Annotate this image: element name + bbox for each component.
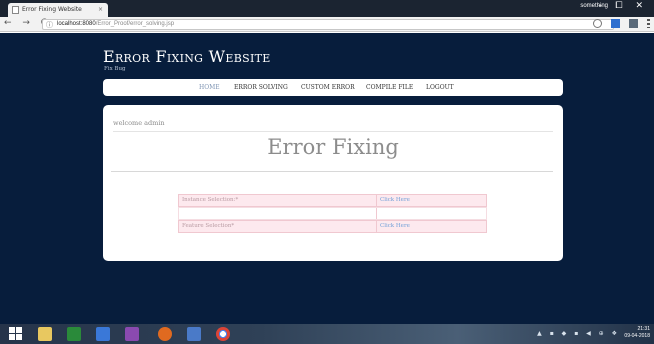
site-subtitle: Fix Bug — [104, 66, 126, 72]
feature-click-here-link[interactable]: Click Here — [380, 223, 410, 229]
menu-item-logout[interactable]: LOGOUT — [426, 84, 454, 91]
web-page: Error Fixing Website Fix Bug HOME ERROR … — [0, 33, 654, 324]
browser-titlebar: Error Fixing Website × something – ⧠ ✕ — [0, 0, 654, 17]
page-icon — [12, 6, 19, 14]
cell-divider — [376, 195, 377, 206]
table-row-feature: Feature Selection* Click Here — [178, 220, 487, 233]
selection-table: Instance Selection:* Click Here Feature … — [178, 194, 487, 233]
url-host: localhost:8080 — [57, 21, 96, 27]
star-icon[interactable] — [592, 19, 602, 28]
browser-tab[interactable]: Error Fixing Website × — [8, 3, 108, 17]
address-bar[interactable]: ⓘ localhost:8080/Error_Proof/error_solvi… — [42, 19, 614, 30]
browser-toolbar: ← → C ⓘ localhost:8080/Error_Proof/error… — [0, 17, 654, 32]
menu-item-compile-file[interactable]: COMPILE FILE — [366, 84, 413, 91]
instance-selection-label: Instance Selection:* — [182, 197, 239, 203]
excel-icon[interactable] — [67, 327, 81, 341]
photos-icon[interactable] — [125, 327, 139, 341]
table-row-instance: Instance Selection:* Click Here — [178, 194, 487, 207]
menu-icon[interactable] — [647, 19, 650, 28]
welcome-text: welcome admin — [113, 119, 165, 127]
tab-title: Error Fixing Website — [22, 6, 82, 13]
chrome-icon[interactable] — [216, 327, 230, 341]
url-path: /Error_Proof/error_solving.jsp — [95, 21, 175, 27]
content-panel: welcome admin Error Fixing Instance Sele… — [103, 105, 563, 261]
clock[interactable]: 21:31 09-04-2018 — [624, 326, 650, 340]
site-title: Error Fixing Website — [103, 47, 271, 66]
firefox-icon[interactable] — [158, 327, 172, 341]
window-controls[interactable]: – ⧠ ✕ — [598, 1, 648, 11]
menu-item-error-solving[interactable]: ERROR SOLVING — [234, 84, 288, 91]
toolbar-actions — [589, 19, 650, 30]
table-row-empty — [178, 207, 487, 220]
extension-icon[interactable] — [610, 19, 620, 28]
app-icon[interactable] — [96, 327, 110, 341]
clock-date: 09-04-2018 — [624, 333, 650, 339]
close-tab-icon[interactable]: × — [98, 6, 103, 13]
file-explorer-icon[interactable] — [38, 327, 52, 341]
instance-click-here-link[interactable]: Click Here — [380, 197, 410, 203]
extension-icon-2[interactable] — [628, 19, 638, 28]
info-icon[interactable]: ⓘ — [46, 20, 53, 30]
system-tray-icons[interactable]: ▲ ▪ ◆ ▪ ◀ ⊕ ❖ — [537, 330, 620, 337]
windows-taskbar: ▲ ▪ ◆ ▪ ◀ ⊕ ❖ 21:31 09-04-2018 — [0, 324, 654, 344]
divider — [113, 131, 553, 132]
divider — [111, 171, 553, 172]
cell-divider — [376, 208, 377, 219]
menu-item-home[interactable]: HOME — [199, 84, 220, 91]
feature-selection-label: Feature Selection* — [182, 223, 235, 229]
cell-divider — [376, 221, 377, 232]
main-menu: HOME ERROR SOLVING CUSTOM ERROR COMPILE … — [103, 79, 563, 96]
menu-item-custom-error[interactable]: CUSTOM ERROR — [301, 84, 355, 91]
windows-start-icon[interactable] — [9, 327, 23, 341]
shield-app-icon[interactable] — [187, 327, 201, 341]
page-heading: Error Fixing — [267, 135, 399, 159]
clock-time: 21:31 — [637, 326, 650, 332]
